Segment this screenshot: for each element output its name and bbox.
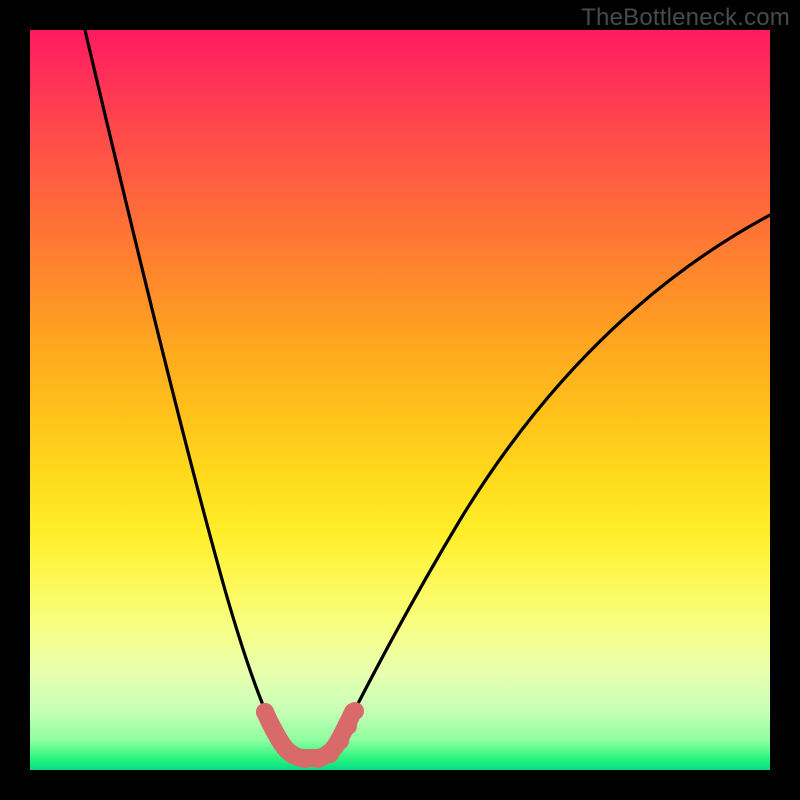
chart-container: TheBottleneck.com bbox=[0, 0, 800, 800]
curve-layer bbox=[30, 30, 770, 770]
plot-area bbox=[30, 30, 770, 770]
watermark-text: TheBottleneck.com bbox=[581, 4, 790, 32]
curve-right-branch bbox=[338, 215, 770, 742]
curve-left-branch bbox=[85, 30, 280, 742]
